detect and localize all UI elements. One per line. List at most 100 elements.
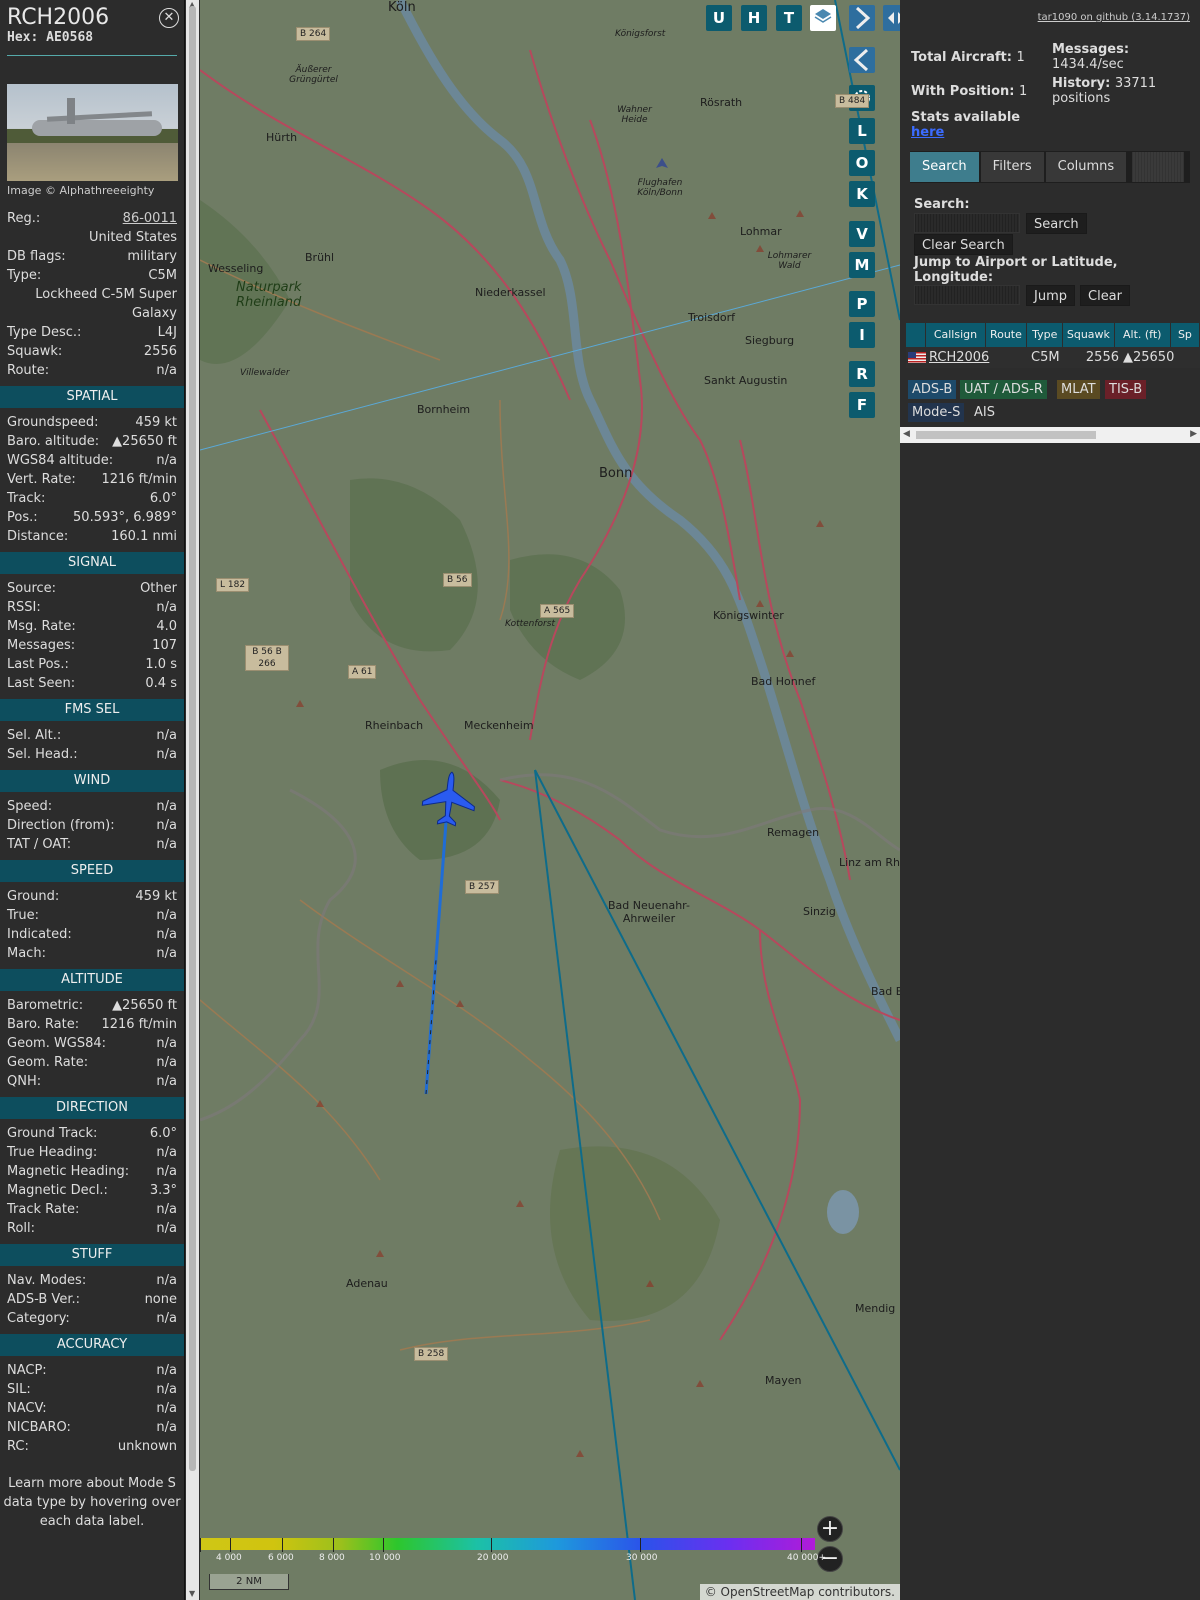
map-button-v[interactable]: V [849,221,875,247]
table-row[interactable]: RCH2006 C5M 2556 ▲25650 [906,347,1200,368]
map-button-p[interactable]: P [849,291,875,317]
map-button-i[interactable]: I [849,322,875,348]
detail-label[interactable]: Baro. Rate: [7,1015,79,1034]
detail-label[interactable]: Distance: [7,527,68,546]
github-link[interactable]: tar1090 on github (3.14.1737) [1038,12,1190,23]
detail-label[interactable]: Indicated: [7,925,72,944]
column-type[interactable]: Type [1027,323,1064,347]
map-button-r[interactable]: R [849,361,875,387]
detail-label[interactable]: WGS84 altitude: [7,451,113,470]
table-horizontal-scrollbar[interactable]: ◀ ▶ [900,427,1200,443]
detail-label[interactable]: RC: [7,1437,29,1456]
detail-label[interactable]: Nav. Modes: [7,1271,86,1290]
detail-label[interactable]: Ground Track: [7,1124,97,1143]
detail-label[interactable]: Track: [7,489,45,508]
detail-label[interactable]: Route: [7,361,49,380]
aircraft-photo[interactable] [7,84,178,181]
detail-label[interactable]: NACV: [7,1399,47,1418]
detail-label[interactable]: Type Desc.: [7,323,81,342]
chevron-right-icon[interactable] [849,5,875,31]
detail-label[interactable]: Reg.: [7,209,40,228]
detail-label[interactable]: Category: [7,1309,70,1328]
scroll-right-icon[interactable]: ▶ [1190,429,1197,439]
detail-label[interactable]: True: [7,906,39,925]
detail-label[interactable]: Sel. Head.: [7,745,78,764]
detail-label[interactable]: Messages: [7,636,75,655]
detail-value[interactable]: 86-0011 [123,209,177,228]
map-button-o[interactable]: O [849,150,875,176]
column-squawk[interactable]: Squawk [1063,323,1115,347]
detail-label[interactable]: Direction (from): [7,816,115,835]
map-button-k[interactable]: K [849,181,875,207]
column-callsign[interactable]: Callsign [926,323,986,347]
detail-label[interactable]: Track Rate: [7,1200,79,1219]
map-button-m[interactable]: M [849,252,875,278]
jump-input[interactable] [914,285,1020,305]
chevron-left-icon[interactable] [849,47,875,73]
clear-button[interactable]: Clear [1080,285,1130,306]
map-view[interactable]: U H T L O K V M P I R F Köln Hürth Rösra… [200,0,900,1600]
detail-value: military [127,249,177,264]
detail-label[interactable]: Ground: [7,887,59,906]
detail-label[interactable]: Type: [7,266,41,285]
detail-label[interactable]: Source: [7,579,56,598]
detail-label[interactable]: Magnetic Decl.: [7,1181,108,1200]
detail-label[interactable]: TAT / OAT: [7,835,71,854]
stats-link[interactable]: here [911,125,944,140]
detail-row: Direction (from): n/a [0,816,184,835]
detail-label[interactable]: NICBARO: [7,1418,71,1437]
detail-label[interactable]: Sel. Alt.: [7,726,61,745]
scroll-down-icon[interactable]: ▼ [189,1589,195,1598]
detail-label[interactable]: RSSI: [7,598,41,617]
detail-label[interactable]: Geom. Rate: [7,1053,88,1072]
detail-label[interactable]: Barometric: [7,996,83,1015]
expand-panel-icon[interactable] [883,5,900,31]
detail-label[interactable]: Mach: [7,944,46,963]
detail-label[interactable]: Magnetic Heading: [7,1162,129,1181]
detail-label[interactable]: Vert. Rate: [7,470,76,489]
detail-label[interactable]: Last Seen: [7,674,75,693]
column-flag[interactable] [906,323,927,347]
detail-label[interactable]: Msg. Rate: [7,617,76,636]
tab-filters[interactable]: Filters [980,152,1044,182]
sidebar-scrollbar[interactable]: ▲ ▼ [186,0,199,1600]
detail-label[interactable]: Baro. altitude: [7,432,99,451]
detail-label[interactable]: Squawk: [7,342,62,361]
scrollbar-thumb[interactable] [916,431,1096,439]
map-button-t[interactable]: T [776,5,802,31]
scroll-left-icon[interactable]: ◀ [903,429,910,439]
map-button-h[interactable]: H [741,5,767,31]
detail-label[interactable]: NACP: [7,1361,47,1380]
map-attribution[interactable]: © OpenStreetMap contributors. [699,1584,900,1600]
detail-label[interactable]: Roll: [7,1219,35,1238]
detail-label[interactable]: ADS-B Ver.: [7,1290,80,1309]
map-button-f[interactable]: F [849,392,875,418]
detail-label[interactable]: Pos.: [7,508,38,527]
detail-label[interactable]: Last Pos.: [7,655,69,674]
zoom-in-icon[interactable]: + [817,1516,843,1542]
search-button[interactable]: Search [1026,213,1087,234]
clear-search-button[interactable]: Clear Search [914,234,1013,255]
detail-label[interactable]: SIL: [7,1380,31,1399]
detail-label[interactable]: Speed: [7,797,52,816]
detail-label[interactable]: Groundspeed: [7,413,98,432]
row-callsign[interactable]: RCH2006 [927,347,1031,368]
search-input[interactable] [914,213,1020,233]
detail-label[interactable]: DB flags: [7,247,66,266]
detail-label[interactable]: QNH: [7,1072,41,1091]
tab-search[interactable]: Search [910,152,979,182]
column-altitude[interactable]: Alt. (ft) [1115,323,1171,347]
messages-label: Messages: [1052,42,1130,57]
close-icon[interactable]: ✕ [159,8,179,28]
column-speed[interactable]: Sp [1171,323,1200,347]
map-button-u[interactable]: U [706,5,732,31]
scrollbar-thumb[interactable] [189,6,196,1471]
jump-button[interactable]: Jump [1026,285,1075,306]
column-route[interactable]: Route [986,323,1028,347]
layers-icon[interactable] [810,5,836,31]
tab-columns[interactable]: Columns [1045,152,1127,182]
tab-extra[interactable] [1132,152,1185,182]
detail-label[interactable]: True Heading: [7,1143,97,1162]
detail-label[interactable]: Geom. WGS84: [7,1034,106,1053]
map-button-l[interactable]: L [849,118,875,144]
